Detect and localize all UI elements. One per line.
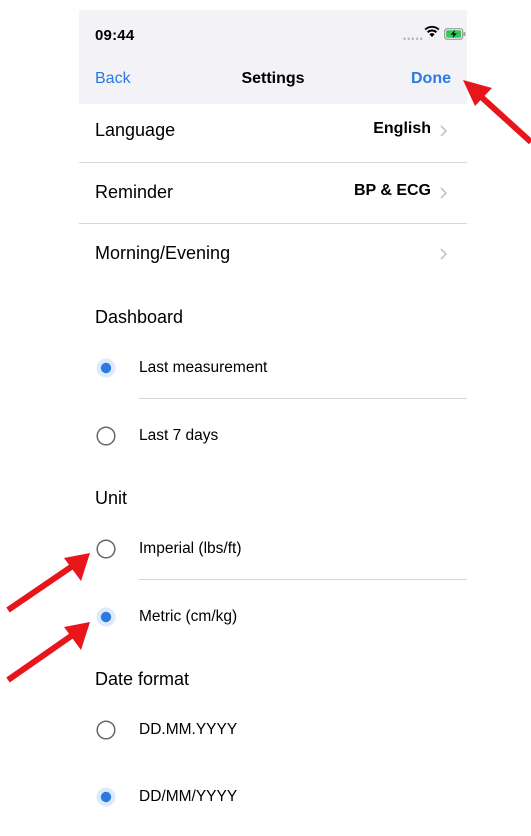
- wifi-icon: [424, 25, 440, 37]
- option-imperial[interactable]: Imperial (lbs/ft): [79, 526, 467, 572]
- battery-charging-icon: [444, 28, 466, 40]
- option-divider: [139, 579, 467, 580]
- option-label: Metric (cm/kg): [139, 608, 238, 625]
- status-time: 09:44: [95, 27, 135, 44]
- option-last-7-days[interactable]: Last 7 days: [79, 413, 467, 459]
- row-label-language: Language: [95, 120, 176, 140]
- radio-unselected-icon[interactable]: [96, 426, 116, 446]
- option-label: DD.MM.YYYY: [139, 721, 238, 738]
- signal-dots-icon: •••••: [403, 34, 424, 44]
- option-date-dots[interactable]: DD.MM.YYYY: [79, 707, 467, 753]
- radio-selected-icon[interactable]: [96, 358, 116, 378]
- chevron-right-icon: [440, 125, 448, 137]
- settings-row-morning-evening[interactable]: Morning/Evening: [79, 224, 467, 286]
- navigation-bar: Back Settings Done: [79, 58, 467, 104]
- row-value-reminder: BP & ECG: [353, 182, 431, 199]
- radio-selected-icon[interactable]: [96, 787, 116, 807]
- radio-selected-icon[interactable]: [96, 607, 116, 627]
- section-title-date-format: Date format: [95, 669, 190, 689]
- section-title-unit: Unit: [95, 488, 128, 508]
- option-label: Imperial (lbs/ft): [139, 540, 242, 557]
- annotation-arrow-metric: [6, 622, 90, 683]
- option-date-slashes[interactable]: DD/MM/YYYY: [79, 774, 467, 820]
- status-bar: 09:44 •••••: [79, 10, 467, 58]
- option-label: Last 7 days: [139, 427, 219, 444]
- option-metric[interactable]: Metric (cm/kg): [79, 594, 467, 640]
- row-value-language: English: [373, 120, 431, 137]
- option-last-measurement[interactable]: Last measurement: [79, 345, 467, 391]
- settings-row-language[interactable]: Language English: [79, 101, 467, 163]
- option-label: Last measurement: [139, 359, 268, 376]
- radio-unselected-icon[interactable]: [96, 539, 116, 559]
- option-label: DD/MM/YYYY: [139, 788, 238, 805]
- radio-unselected-icon[interactable]: [96, 720, 116, 740]
- done-button[interactable]: Done: [411, 70, 451, 88]
- chevron-right-icon: [440, 187, 448, 199]
- option-divider: [139, 398, 467, 399]
- section-title-dashboard: Dashboard: [95, 307, 184, 327]
- settings-row-reminder[interactable]: Reminder BP & ECG: [79, 163, 467, 225]
- annotation-arrow-imperial: [6, 553, 90, 613]
- row-label-morning-evening: Morning/Evening: [95, 243, 231, 263]
- annotation-arrow-done: [463, 80, 531, 145]
- row-label-reminder: Reminder: [95, 182, 174, 202]
- chevron-right-icon: [440, 248, 448, 260]
- page-title: Settings: [241, 70, 305, 87]
